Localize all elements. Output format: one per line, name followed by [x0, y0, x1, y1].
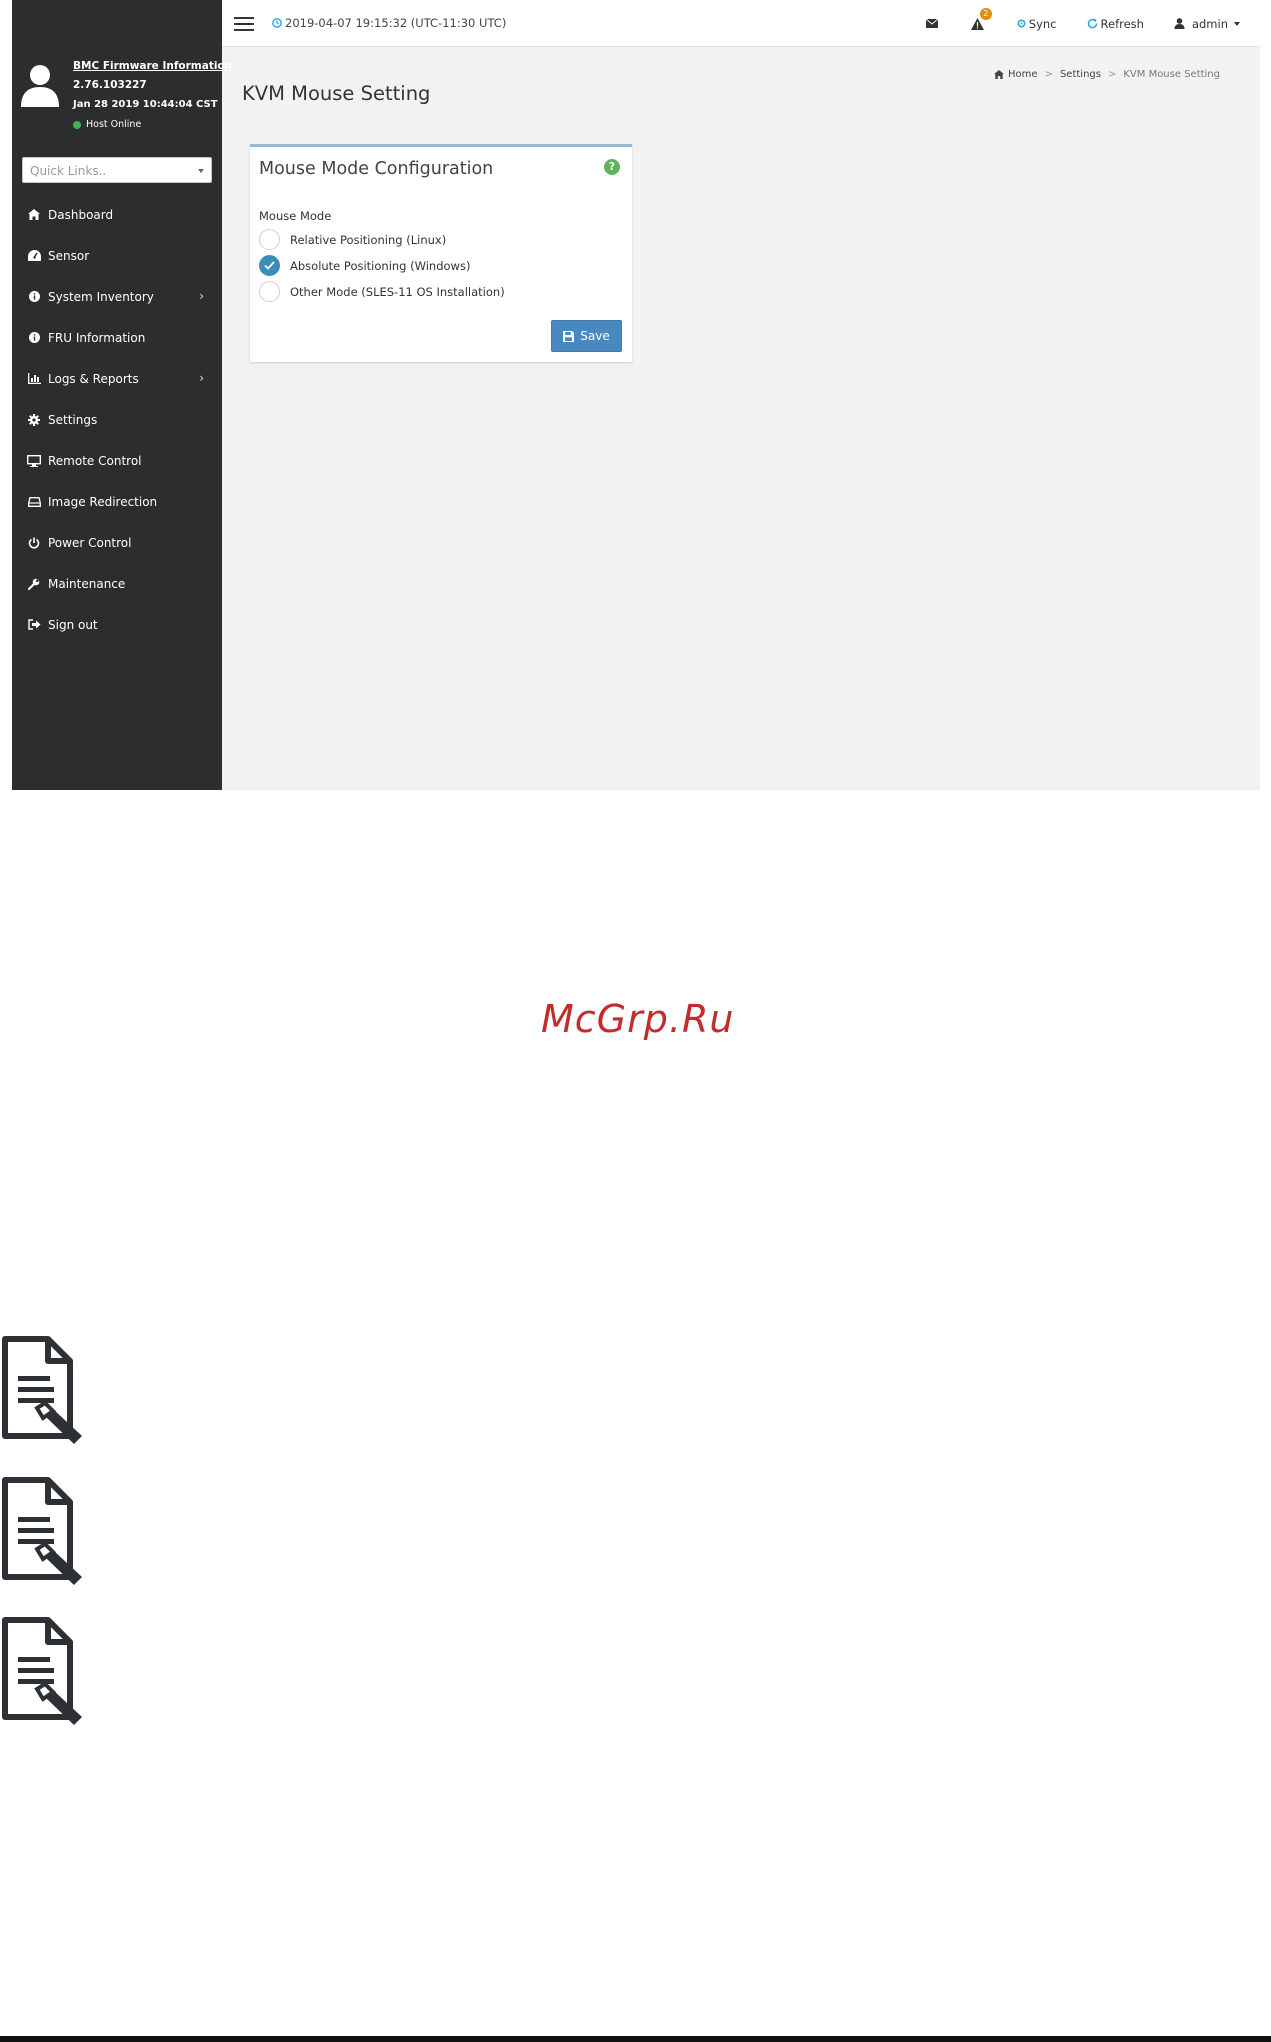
- note-document-icon: [2, 1477, 82, 1585]
- gear-icon: [26, 413, 42, 427]
- radio-button[interactable]: [259, 229, 280, 250]
- sync-button[interactable]: Sync: [1017, 17, 1057, 31]
- breadcrumb-settings[interactable]: Settings: [1060, 69, 1101, 80]
- user-menu[interactable]: admin: [1174, 17, 1240, 31]
- disk-icon: [26, 495, 42, 509]
- chevron-down-icon: [198, 169, 204, 173]
- radio-absolute-positioning[interactable]: Absolute Positioning (Windows): [259, 255, 470, 276]
- chevron-right-icon: ›: [199, 371, 204, 385]
- messages-button[interactable]: [925, 19, 941, 28]
- sidebar-nav: Dashboard Sensor System Inventory › FRU …: [12, 194, 222, 645]
- server-clock: 2019-04-07 19:15:32 (UTC-11:30 UTC): [272, 16, 506, 30]
- home-icon: [994, 70, 1004, 79]
- radio-label: Other Mode (SLES-11 OS Installation): [290, 284, 505, 299]
- note-document-icon: [2, 1336, 82, 1444]
- firmware-info-link[interactable]: BMC Firmware Information: [73, 60, 232, 72]
- sidebar-item-remote-control[interactable]: Remote Control: [12, 440, 222, 481]
- bmc-web-ui: BMC Firmware Information 2.76.103227 Jan…: [12, 0, 1260, 790]
- warning-icon: [970, 17, 984, 30]
- gauge-icon: [26, 249, 42, 263]
- sidebar-item-logs-reports[interactable]: Logs & Reports ›: [12, 358, 222, 399]
- sidebar-item-fru-information[interactable]: FRU Information: [12, 317, 222, 358]
- chevron-down-icon: [1234, 21, 1240, 26]
- sidebar: BMC Firmware Information 2.76.103227 Jan…: [12, 0, 232, 790]
- alerts-button[interactable]: 2: [970, 7, 992, 30]
- radio-button-checked[interactable]: [259, 255, 280, 276]
- radio-label: Relative Positioning (Linux): [290, 232, 447, 247]
- bar-chart-icon: [26, 372, 42, 386]
- datetime-text: 2019-04-07 19:15:32 (UTC-11:30 UTC): [285, 16, 507, 30]
- info-icon: [26, 290, 42, 304]
- sync-icon: [1017, 19, 1026, 28]
- refresh-icon: [1087, 18, 1098, 29]
- refresh-button[interactable]: Refresh: [1087, 17, 1144, 31]
- refresh-label: Refresh: [1100, 16, 1144, 31]
- sidebar-item-sign-out[interactable]: Sign out: [12, 604, 222, 645]
- page-bottom-rule: [0, 2036, 1271, 2042]
- user-panel: BMC Firmware Information 2.76.103227 Jan…: [12, 55, 232, 140]
- radio-relative-positioning[interactable]: Relative Positioning (Linux): [259, 229, 446, 250]
- sidebar-item-label: Power Control: [48, 535, 132, 550]
- alert-count-badge: 2: [979, 7, 992, 20]
- user-icon: [1174, 18, 1185, 29]
- status-dot-icon: [73, 120, 81, 129]
- radio-button[interactable]: [259, 281, 280, 302]
- radio-other-mode[interactable]: Other Mode (SLES-11 OS Installation): [259, 281, 505, 302]
- firmware-version: 2.76.103227: [73, 79, 147, 91]
- sidebar-item-image-redirection[interactable]: Image Redirection: [12, 481, 222, 522]
- radio-label: Absolute Positioning (Windows): [290, 258, 471, 273]
- mouse-mode-label: Mouse Mode: [259, 209, 332, 223]
- firmware-date: Jan 28 2019 10:44:04 CST: [73, 99, 218, 110]
- sidebar-item-label: Remote Control: [48, 453, 142, 468]
- user-label: admin: [1191, 16, 1228, 31]
- sidebar-item-sensor[interactable]: Sensor: [12, 235, 222, 276]
- sidebar-item-label: FRU Information: [48, 330, 146, 345]
- user-avatar-icon: [21, 65, 59, 107]
- save-label: Save: [580, 329, 610, 343]
- sign-out-icon: [26, 618, 42, 632]
- sidebar-item-label: Settings: [48, 412, 98, 427]
- checkmark-icon: [264, 261, 275, 270]
- sidebar-item-maintenance[interactable]: Maintenance: [12, 563, 222, 604]
- breadcrumb-current: KVM Mouse Setting: [1123, 69, 1220, 80]
- clock-icon: [272, 18, 282, 28]
- wrench-icon: [26, 577, 42, 591]
- host-status: Host Online: [73, 119, 141, 130]
- note-document-icon: [2, 1617, 82, 1725]
- top-bar-actions: 2 Sync Refresh admin: [896, 0, 1240, 47]
- watermark-text: McGrp.Ru: [541, 997, 735, 1041]
- sidebar-item-label: Maintenance: [48, 576, 126, 591]
- sidebar-item-system-inventory[interactable]: System Inventory ›: [12, 276, 222, 317]
- save-button[interactable]: Save: [551, 320, 622, 352]
- quick-links-select[interactable]: Quick Links..: [22, 157, 212, 183]
- sidebar-item-label: Dashboard: [48, 207, 114, 222]
- sidebar-item-label: Sensor: [48, 248, 90, 263]
- page-title: KVM Mouse Setting: [242, 82, 431, 105]
- breadcrumb-home[interactable]: Home: [1008, 69, 1038, 80]
- mouse-mode-card: Mouse Mode Configuration ? Mouse Mode Re…: [250, 144, 632, 362]
- sidebar-item-label: Logs & Reports: [48, 371, 139, 386]
- floppy-disk-icon: [563, 330, 575, 342]
- home-icon: [26, 208, 42, 222]
- info-icon: [26, 331, 42, 345]
- menu-toggle-icon[interactable]: [234, 17, 254, 31]
- help-icon[interactable]: ?: [604, 159, 620, 175]
- sidebar-item-power-control[interactable]: Power Control: [12, 522, 222, 563]
- sync-label: Sync: [1028, 16, 1057, 31]
- breadcrumb: Home > Settings > KVM Mouse Setting: [994, 69, 1220, 80]
- monitor-icon: [26, 454, 42, 468]
- power-icon: [26, 536, 42, 550]
- chevron-right-icon: ›: [199, 289, 204, 303]
- sidebar-item-label: Sign out: [48, 617, 98, 632]
- host-status-label: Host Online: [86, 119, 142, 130]
- sidebar-item-dashboard[interactable]: Dashboard: [12, 194, 222, 235]
- sidebar-item-label: System Inventory: [48, 289, 154, 304]
- card-title: Mouse Mode Configuration: [259, 159, 494, 179]
- top-bar: 2019-04-07 19:15:32 (UTC-11:30 UTC) 2 Sy…: [222, 0, 1260, 47]
- sidebar-item-settings[interactable]: Settings: [12, 399, 222, 440]
- sidebar-item-label: Image Redirection: [48, 494, 158, 509]
- quick-links-placeholder: Quick Links..: [30, 164, 107, 178]
- envelope-icon: [925, 19, 938, 28]
